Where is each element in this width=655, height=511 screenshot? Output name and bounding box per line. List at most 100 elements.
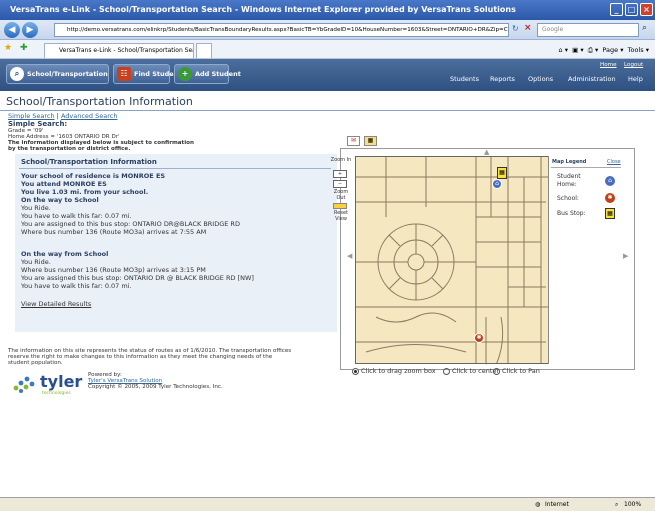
add-favorites-icon[interactable]: ✚	[20, 43, 28, 53]
legend-student-label: Student Home:	[557, 173, 581, 188]
home-icon[interactable]: ⌂ ▾	[559, 46, 568, 54]
find-students-button[interactable]: ☷ Find Students	[113, 64, 185, 84]
magnifier-icon: ⌕	[10, 67, 24, 81]
logout-link[interactable]: Logout	[624, 62, 643, 68]
search-heading: Simple Search:	[8, 120, 68, 128]
way-from-heading: On the way from School	[21, 250, 109, 258]
students-icon: ☷	[117, 67, 131, 81]
advanced-search-link[interactable]: Advanced Search	[61, 112, 118, 120]
tab-bar: ★ ✚ VersaTrans e-Link - School/Transport…	[0, 40, 655, 59]
search-icon[interactable]: ⌕	[642, 23, 647, 33]
legend-busstop-label: Bus Stop:	[557, 210, 586, 217]
status-bar: ◍ Internet ⌕ 100%	[0, 497, 655, 511]
print-icon[interactable]: ⎙ ▾	[588, 46, 599, 54]
maximize-button[interactable]: □	[625, 3, 638, 16]
reset-view-button[interactable]	[333, 203, 347, 209]
forward-button[interactable]: ▶	[22, 22, 38, 38]
stop-icon[interactable]: ×	[524, 23, 532, 33]
to-bus-text: Where bus number 136 (Route MO3a) arrive…	[21, 228, 207, 236]
command-bar: ⌂ ▾ ▣ ▾ ⎙ ▾ Page ▾ Tools ▾	[558, 46, 649, 54]
legend-school-label: School:	[557, 195, 579, 202]
legend-title: Map Legend	[552, 159, 587, 165]
reset-view-label: Reset View	[334, 210, 348, 222]
disclaimer-line-2: by the transportation or district office…	[8, 146, 131, 152]
radio-center-circle[interactable]	[443, 367, 450, 375]
tyler-logo-sub: technologies	[42, 391, 71, 396]
school-marker-icon[interactable]: ✱	[474, 333, 484, 343]
info-divider	[19, 168, 331, 169]
menu-administration[interactable]: Administration	[568, 75, 616, 83]
pan-left-icon[interactable]: ◀	[347, 252, 352, 260]
to-walk-text: You have to walk this far: 0.07 mi.	[21, 212, 132, 220]
radio-pan[interactable]: Click to Pan	[493, 367, 540, 375]
menu-options[interactable]: Options	[528, 75, 553, 83]
internet-zone-label: Internet	[545, 501, 569, 508]
copyright-text: Copyright © 2005, 2009 Tyler Technologie…	[88, 384, 223, 390]
pan-right-icon[interactable]: ▶	[623, 252, 628, 260]
radio-zoom-box-circle[interactable]	[352, 367, 359, 375]
notice-line-3: student population.	[8, 360, 63, 366]
from-stop-text: You are assigned this bus stop: ONTARIO …	[21, 274, 254, 282]
favorites-star-icon[interactable]: ★	[4, 43, 12, 53]
menu-reports[interactable]: Reports	[490, 75, 515, 83]
add-student-button[interactable]: + Add Student	[174, 64, 241, 84]
home-link[interactable]: Home	[600, 62, 617, 68]
url-input[interactable]: http://demo.versatrans.com/elinkrp/Stude…	[54, 23, 509, 37]
address-bar: ◀ ▶ http://demo.versatrans.com/elinkrp/S…	[0, 20, 655, 40]
simple-search-link[interactable]: Simple Search	[8, 112, 55, 120]
legend-close-link[interactable]: Close	[607, 159, 621, 165]
residence-text: Your school of residence is MONROE ES	[21, 172, 166, 180]
from-bus-text: Where bus number 136 (Route MO3p) arrive…	[21, 266, 206, 274]
map-legend: Map Legend Close Student Home: ⌂ School:…	[548, 156, 623, 364]
window-title: VersaTrans e-Link - School/Transportatio…	[10, 5, 516, 14]
minimize-button[interactable]: _	[610, 3, 623, 16]
view-detailed-results-link[interactable]: View Detailed Results	[21, 300, 91, 308]
zoom-out-label: Zoom Out	[333, 189, 349, 201]
zoom-in-button[interactable]: +	[333, 170, 347, 178]
info-heading: School/Transportation Information	[21, 158, 157, 166]
zoom-level-icon[interactable]: ⌕	[615, 498, 618, 511]
app-header: ⌕ School/Transportation ☷ Find Students …	[0, 59, 655, 91]
page-menu[interactable]: Page	[602, 46, 618, 54]
browser-window: VersaTrans e-Link - School/Transportatio…	[0, 0, 655, 511]
tools-menu[interactable]: Tools	[628, 46, 644, 54]
feeds-icon[interactable]: ▣ ▾	[572, 46, 583, 54]
search-input[interactable]: Google	[537, 23, 639, 37]
bus-stop-marker-icon[interactable]: ▦	[497, 167, 507, 179]
radio-center[interactable]: Click to center	[443, 367, 499, 375]
radio-zoom-box[interactable]: Click to drag zoom box	[352, 367, 436, 375]
plus-icon: +	[178, 67, 192, 81]
info-panel: School/Transportation Information Your s…	[15, 154, 337, 332]
distance-text: You live 1.03 mi. from your school.	[21, 188, 149, 196]
radio-pan-circle[interactable]	[493, 367, 500, 375]
student-home-marker-icon[interactable]: ⌂	[492, 179, 502, 189]
map-print-icon[interactable]: ✉	[347, 136, 360, 146]
menu-students[interactable]: Students	[450, 75, 479, 83]
search-separator: |	[56, 112, 59, 120]
zoom-level[interactable]: 100%	[624, 498, 641, 511]
to-ride-text: You Ride.	[21, 204, 51, 212]
school-transportation-button[interactable]: ⌕ School/Transportation	[6, 64, 109, 84]
menu-help[interactable]: Help	[628, 75, 643, 83]
legend-school-icon: ✱	[605, 193, 615, 203]
page-title: School/Transportation Information	[6, 95, 193, 108]
attend-text: You attend MONROE ES	[21, 180, 107, 188]
refresh-icon[interactable]: ↻	[512, 24, 519, 33]
window-titlebar: VersaTrans e-Link - School/Transportatio…	[0, 0, 655, 20]
zoom-in-label: Zoom In	[330, 157, 352, 163]
from-walk-text: You have to walk this far: 0.07 mi.	[21, 282, 132, 290]
internet-zone-icon: ◍	[535, 501, 541, 508]
way-to-heading: On the way to School	[21, 196, 99, 204]
tab-active[interactable]: VersaTrans e-Link - School/Transportatio…	[44, 43, 194, 58]
back-button[interactable]: ◀	[4, 22, 20, 38]
new-tab-button[interactable]	[196, 43, 212, 58]
legend-student-home-icon: ⌂	[605, 176, 615, 186]
zoom-out-small-button[interactable]: −	[333, 180, 347, 188]
pan-up-icon[interactable]: ▲	[484, 148, 489, 156]
to-stop-text: You are assigned to this bus stop: ONTAR…	[21, 220, 240, 228]
legend-divider	[551, 167, 621, 168]
tyler-logo-icon	[10, 374, 40, 394]
map-legend-toggle-icon[interactable]: ▦	[364, 136, 377, 146]
from-ride-text: You Ride.	[21, 258, 51, 266]
close-button[interactable]: ×	[640, 3, 653, 16]
